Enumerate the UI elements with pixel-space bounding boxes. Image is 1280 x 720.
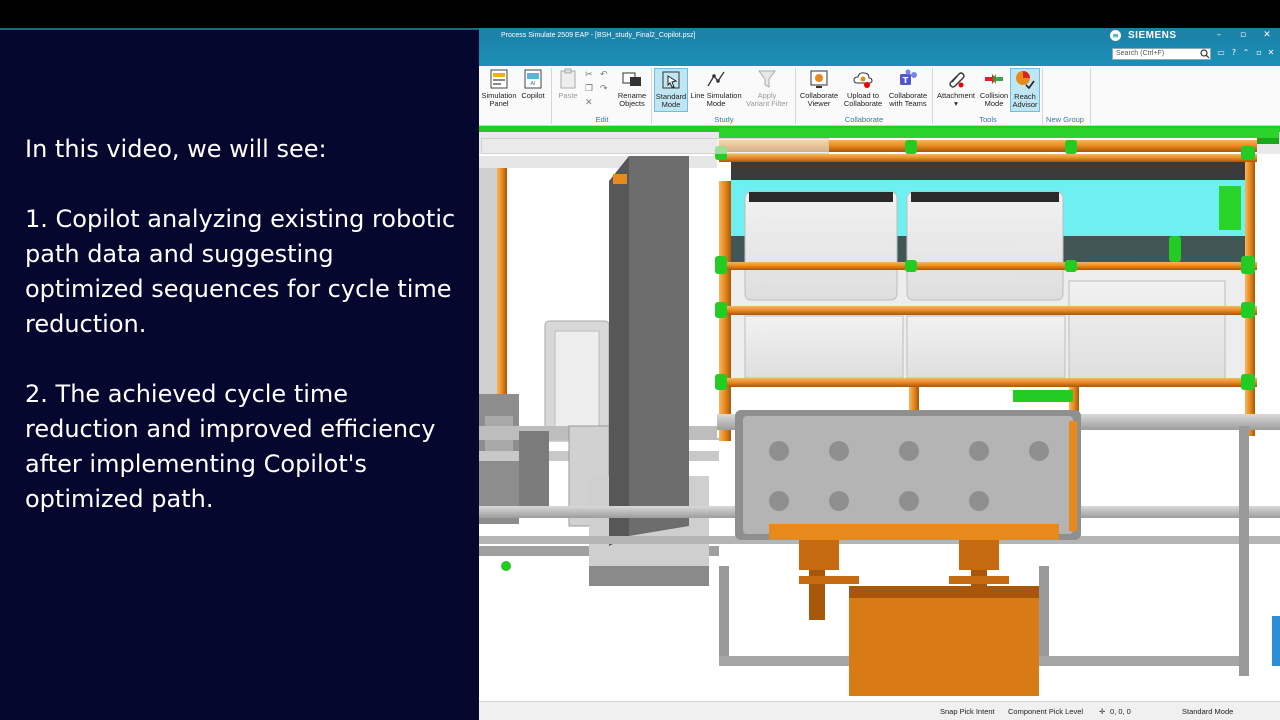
line-simulation-mode-button[interactable]: Line Simulation Mode [690, 68, 742, 112]
oven-cavity-part [735, 410, 1081, 540]
collision-icon [985, 74, 1003, 84]
apply-variant-filter-button[interactable]: Apply Variant Filter [743, 68, 791, 112]
collaborate-viewer-button[interactable]: Collaborate Viewer [798, 68, 840, 112]
app-menu-icon[interactable]: ≡ [1110, 30, 1121, 41]
video-top-letterbox [0, 0, 1280, 28]
component-pick-level[interactable]: Component Pick Level [1008, 707, 1083, 716]
paste-button[interactable]: Paste [555, 68, 581, 112]
siemens-logo: SIEMENS [1128, 30, 1177, 41]
study-group-label: Study [714, 115, 734, 124]
process-simulate-window: Process Simulate 2509 EAP - [BSH_study_F… [479, 28, 1280, 720]
rename-objects-label-2: Objects [619, 99, 645, 108]
close-icon[interactable]: ✕ [1261, 30, 1273, 40]
graphic-viewer[interactable] [479, 126, 1280, 701]
viewer-toolbar[interactable] [481, 138, 829, 154]
collaborate-viewer-icon [810, 70, 828, 88]
ribbon-separator [651, 68, 652, 124]
attachment-button[interactable]: Attachment ▾ [935, 68, 977, 112]
apply-variant-label-2: Variant Filter [746, 99, 788, 108]
standard-mode-label-2: Mode [661, 100, 681, 109]
search-input[interactable]: Search (Ctrl+F) [1112, 48, 1211, 60]
snap-pick-intent[interactable]: Snap Pick Intent [940, 707, 995, 716]
copy-icon[interactable]: ❐ [585, 84, 593, 94]
copilot-icon: AI [524, 69, 542, 89]
line-simulation-icon [707, 71, 725, 87]
doc-close-icon[interactable]: ✕ [1266, 48, 1276, 58]
restore-icon[interactable]: ▫ [1237, 30, 1249, 40]
paste-icon [560, 68, 576, 89]
current-mode: Standard Mode [1182, 707, 1234, 716]
paperclip-icon [949, 72, 965, 88]
search-icon[interactable] [1200, 49, 1210, 59]
copilot-label: Copilot [521, 91, 545, 100]
status-bar: Snap Pick Intent Component Pick Level ✛ … [479, 701, 1280, 720]
redo-icon[interactable]: ↷ [600, 84, 608, 94]
narration-point-1: 1. Copilot analyzing existing robotic pa… [25, 205, 456, 338]
simulation-panel-label-2: Panel [489, 99, 509, 108]
narration-panel: In this video, we will see: 1. Copilot a… [0, 28, 479, 720]
rename-objects-button[interactable]: Rename Objects [616, 68, 648, 112]
doc-restore-icon[interactable]: ▫ [1254, 48, 1264, 58]
coordinates-readout: 0, 0, 0 [1110, 707, 1131, 716]
upload-cloud-icon [853, 72, 873, 88]
rename-objects-icon [622, 72, 641, 86]
delete-icon[interactable]: ✕ [585, 98, 593, 108]
ribbon-toolbar: Simulation Panel AI Copilot Paste ✂ ❐ ✕ … [479, 66, 1280, 126]
collision-mode-button[interactable]: Collision Mode [978, 68, 1010, 112]
ribbon-separator [932, 68, 933, 124]
paste-label: Paste [558, 91, 578, 100]
cut-icon[interactable]: ✂ [585, 70, 593, 80]
line-simulation-label-2: Mode [706, 99, 726, 108]
edit-group-label: Edit [595, 115, 609, 124]
reach-advisor-icon [1016, 71, 1035, 90]
tools-group-label: Tools [979, 115, 997, 124]
attachment-label-2: ▾ [954, 99, 958, 108]
narration-point-2: 2. The achieved cycle time reduction and… [25, 380, 436, 513]
ribbon-separator [1090, 68, 1091, 124]
ribbon-minimize-icon[interactable]: ⌃ [1241, 48, 1251, 58]
simulation-panel-button[interactable]: Simulation Panel [480, 68, 518, 112]
narration-intro: In this video, we will see: [25, 135, 327, 163]
collision-mode-label-2: Mode [984, 99, 1004, 108]
minimize-icon[interactable]: – [1213, 30, 1225, 40]
simulation-panel-icon [490, 69, 508, 89]
ribbon-separator [551, 68, 552, 124]
undo-icon[interactable]: ↶ [600, 70, 608, 80]
help-icon[interactable]: ? [1229, 48, 1239, 58]
ribbon-separator [795, 68, 796, 124]
collaborate-with-teams-button[interactable]: T Collaborate with Teams [886, 68, 930, 112]
collaborate-viewer-label-2: Viewer [807, 99, 831, 108]
narration-accent-line [0, 28, 479, 30]
funnel-icon [758, 70, 776, 88]
svg-text:T: T [903, 76, 909, 85]
standard-mode-button[interactable]: Standard Mode [654, 68, 688, 112]
crosshair-icon: ✛ [1099, 707, 1106, 716]
window-title: Process Simulate 2509 EAP - [BSH_study_F… [501, 32, 696, 39]
reach-advisor-label-2: Advisor [1012, 100, 1038, 109]
upload-to-collaborate-button[interactable]: Upload to Collaborate [841, 68, 885, 112]
teams-icon: T [900, 69, 917, 85]
new-group-label: New Group [1046, 115, 1084, 124]
title-bar: Process Simulate 2509 EAP - [BSH_study_F… [479, 28, 1280, 66]
factory-3d-scene [479, 126, 1280, 701]
upload-collaborate-label-2: Collaborate [843, 99, 883, 108]
copilot-button[interactable]: AI Copilot [518, 68, 548, 112]
reach-advisor-button[interactable]: Reach Advisor [1010, 68, 1040, 112]
standard-mode-icon [662, 71, 680, 89]
collaborate-group-label: Collaborate [844, 115, 884, 124]
teams-label-2: with Teams [889, 99, 927, 108]
svg-text:AI: AI [531, 81, 536, 87]
feedback-icon[interactable]: ▭ [1216, 48, 1226, 58]
